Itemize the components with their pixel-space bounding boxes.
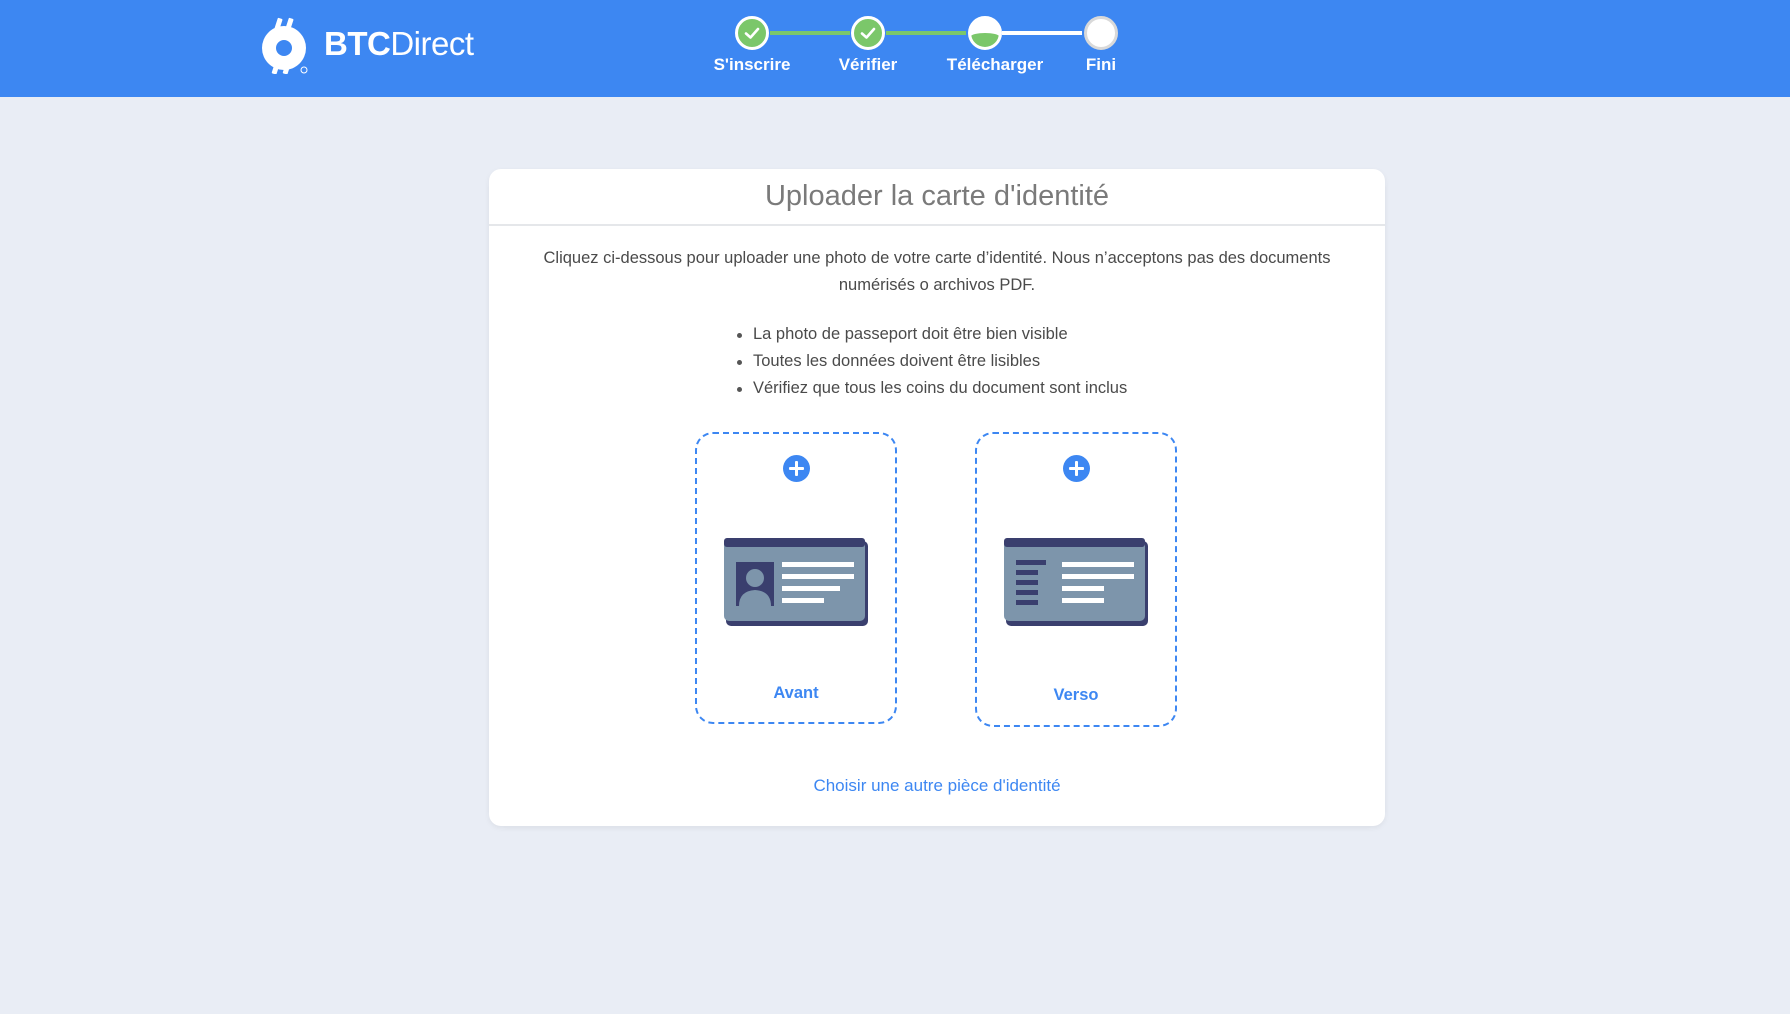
check-icon [744, 27, 760, 39]
upload-back-label: Verso [1053, 686, 1099, 704]
step-label-signup: S'inscrire [713, 55, 791, 74]
upload-front-button[interactable]: Avant [695, 432, 897, 724]
upload-instructions: Cliquez ci-dessous pour uploader une pho… [543, 249, 1331, 294]
top-header: BTC Direct S'inscrire Vérifier Télécharge… [0, 0, 1790, 97]
step-connector-3 [1002, 31, 1082, 35]
id-upload-card: Uploader la carte d'identité Cliquez ci-… [489, 169, 1385, 826]
page-title: Uploader la carte d'identité [489, 169, 1385, 226]
step-circle-upload [968, 16, 1002, 50]
check-icon [860, 27, 876, 39]
id-card-back-icon [1004, 538, 1148, 626]
upload-back-button[interactable]: Verso [975, 432, 1177, 727]
step-connector-2 [886, 31, 966, 35]
requirement-item: Vérifiez que tous les coins du document … [735, 375, 1385, 402]
step-circle-finish [1084, 16, 1118, 50]
choose-other-id-link[interactable]: Choisir une autre pièce d'identité [489, 776, 1385, 796]
requirements-list: La photo de passeport doit être bien vis… [735, 321, 1385, 402]
step-circle-verify [851, 16, 885, 50]
step-connector-1 [770, 31, 850, 35]
requirement-item: Toutes les données doivent être lisibles [735, 348, 1385, 375]
id-card-front-icon [724, 538, 868, 626]
step-label-verify: Vérifier [838, 55, 898, 74]
step-label-finish: Fini [1085, 55, 1117, 74]
upload-front-label: Avant [773, 684, 819, 702]
plus-circle-icon [783, 455, 810, 482]
step-progress-fill [971, 33, 999, 47]
requirement-item: La photo de passeport doit être bien vis… [735, 321, 1385, 348]
step-label-upload: Télécharger [946, 55, 1044, 74]
step-circle-signup [735, 16, 769, 50]
progress-stepper: S'inscrire Vérifier Télécharger Fini [0, 0, 1790, 97]
plus-circle-icon [1063, 455, 1090, 482]
